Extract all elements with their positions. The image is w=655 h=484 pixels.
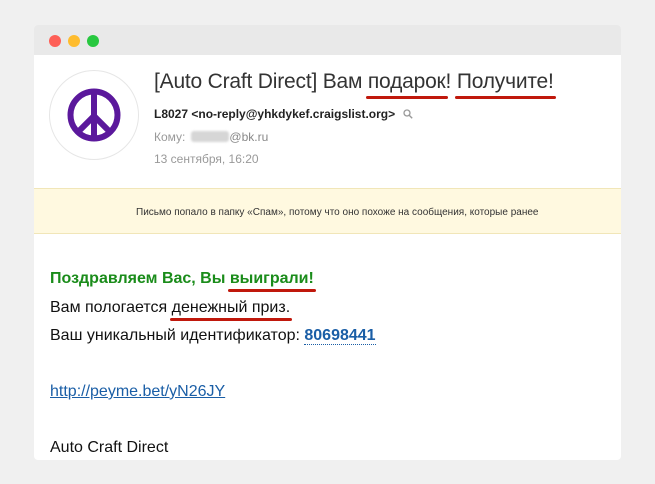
sender-line: L8027 <no-reply@yhkdykef.craigslist.org> bbox=[154, 107, 413, 122]
greeting-line: Поздравляем Вас, Вы выиграли! bbox=[50, 270, 316, 292]
spam-notice-bar: Письмо попало в папку «Спам», потому что… bbox=[34, 188, 621, 234]
subject-highlight-get: Получите! bbox=[454, 70, 556, 99]
subject-prefix: [Auto Craft Direct] Вам bbox=[154, 70, 368, 93]
phishing-link[interactable]: http://peyme.bet/yN26JY bbox=[50, 383, 225, 401]
greeting-highlight-won: выиграли! bbox=[227, 270, 316, 292]
prize-prefix: Вам пологается bbox=[50, 299, 172, 316]
minimize-window-button[interactable] bbox=[68, 35, 80, 47]
identifier-line: Ваш уникальный идентификатор: 80698441 bbox=[50, 327, 376, 345]
email-subject: [Auto Craft Direct] Вам подарок! Получит… bbox=[154, 70, 556, 99]
prize-highlight-money: денежный приз. bbox=[169, 299, 292, 321]
maximize-window-button[interactable] bbox=[87, 35, 99, 47]
recipient-label: Кому: bbox=[154, 130, 186, 144]
search-icon[interactable] bbox=[402, 108, 413, 122]
email-date: 13 сентября, 16:20 bbox=[154, 152, 259, 166]
subject-separator: ! bbox=[445, 70, 457, 93]
email-window: [Auto Craft Direct] Вам подарок! Получит… bbox=[34, 25, 621, 460]
identifier-label: Ваш уникальный идентификатор: bbox=[50, 327, 305, 344]
close-window-button[interactable] bbox=[49, 35, 61, 47]
email-signature: Auto Craft Direct bbox=[50, 439, 169, 456]
prize-line: Вам пологается денежный приз. bbox=[50, 299, 292, 321]
peace-sign-icon bbox=[67, 88, 121, 142]
recipient-redacted bbox=[191, 131, 230, 142]
subject-highlight-gift: подарок bbox=[365, 70, 448, 99]
recipient-domain: @bk.ru bbox=[229, 130, 269, 144]
spam-notice-text: Письмо попало в папку «Спам», потому что… bbox=[136, 207, 539, 218]
identifier-number[interactable]: 80698441 bbox=[304, 327, 376, 345]
sender-address[interactable]: <no-reply@yhkdykef.craigslist.org> bbox=[191, 107, 395, 121]
sender-name[interactable]: L8027 bbox=[154, 107, 188, 121]
recipient-line: Кому: @bk.ru bbox=[154, 130, 268, 144]
window-titlebar bbox=[34, 25, 621, 55]
greeting-prefix: Поздравляем Вас, Вы bbox=[50, 270, 230, 287]
sender-avatar bbox=[49, 70, 139, 160]
